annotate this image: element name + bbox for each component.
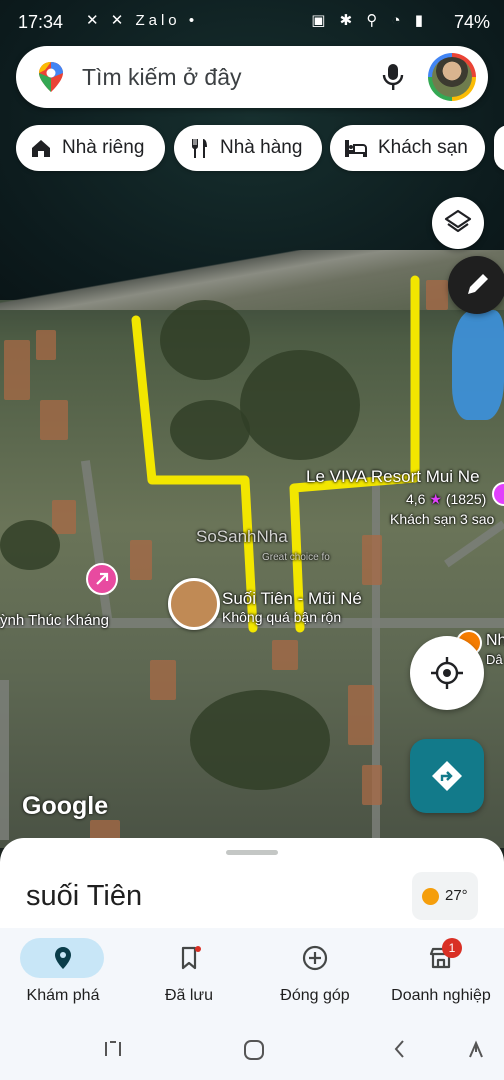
explore-pin-icon xyxy=(55,947,71,969)
place-name[interactable]: Suối Tiên - Mũi Né xyxy=(222,589,362,609)
back-icon[interactable] xyxy=(390,1038,410,1060)
avatar[interactable] xyxy=(428,53,476,101)
resort-rating: 4,6 xyxy=(406,491,426,507)
maps-pin-icon xyxy=(39,62,63,92)
nav-contribute[interactable]: Đóng góp xyxy=(252,928,378,1020)
directions-icon xyxy=(432,761,462,791)
hotel-icon xyxy=(345,140,367,157)
resort-reviews: (1825) xyxy=(445,491,487,507)
home-icon xyxy=(32,140,50,157)
chip-home[interactable]: Nhà riêng xyxy=(16,125,165,171)
layers-button[interactable] xyxy=(432,197,484,249)
edge-label: Nh xyxy=(486,632,504,649)
bookmark-icon xyxy=(181,946,201,970)
notification-badge: 1 xyxy=(442,938,462,958)
bottom-nav: Khám phá Đã lưu Đóng góp 1 Doanh nghiệp xyxy=(0,928,504,1020)
weather-chip[interactable]: 27° xyxy=(412,872,478,920)
system-nav-bar xyxy=(0,1020,504,1080)
nav-label: Doanh nghiệp xyxy=(391,987,491,1004)
nav-explore[interactable]: Khám phá xyxy=(0,928,126,1020)
my-location-button[interactable] xyxy=(410,636,484,710)
system-icons: ▣ ✱ ⚲ ◔ ▮ xyxy=(311,12,428,29)
google-logo: Google xyxy=(22,792,109,820)
nav-business[interactable]: 1 Doanh nghiệp xyxy=(378,928,504,1020)
status-bar: 17:34 ✕ ✕ Zalo • ▣ ✱ ⚲ ◔ ▮ 74% xyxy=(0,0,504,42)
street-label: ỳnh Thúc Kháng xyxy=(0,612,109,629)
chip-hotel[interactable]: Khách sạn xyxy=(330,125,485,171)
notification-icons: ✕ ✕ Zalo • xyxy=(86,12,199,29)
weather-temp: 27° xyxy=(445,887,468,904)
shopping-pin-icon[interactable] xyxy=(86,563,118,595)
resort-name[interactable]: Le VIVA Resort Mui Ne xyxy=(306,467,480,487)
chip-label: Nhà hàng xyxy=(220,137,303,158)
resort-type: Khách sạn 3 sao xyxy=(390,511,495,527)
place-photo-pin[interactable] xyxy=(168,578,220,630)
clock: 17:34 xyxy=(18,12,64,32)
pencil-icon xyxy=(468,274,488,294)
search-input[interactable]: Tìm kiếm ở đây xyxy=(82,64,242,91)
battery-level: 74% xyxy=(453,12,490,32)
chip-more[interactable] xyxy=(494,125,504,171)
sheet-title: suối Tiên xyxy=(26,880,143,912)
layers-icon xyxy=(444,209,472,233)
crosshair-icon xyxy=(431,657,463,689)
place-busy: Không quá bận rộn xyxy=(222,609,342,625)
chip-restaurant[interactable]: Nhà hàng xyxy=(174,125,322,171)
chip-label: Khách sạn xyxy=(378,137,468,158)
star-icon: ★ xyxy=(429,491,442,507)
directions-button[interactable] xyxy=(410,739,484,813)
drag-handle[interactable] xyxy=(226,850,278,855)
sun-icon xyxy=(422,888,439,905)
home-nav-icon[interactable] xyxy=(242,1038,266,1062)
edge-sub: Dâ xyxy=(486,652,503,667)
chip-label: Nhà riêng xyxy=(62,137,145,158)
nav-label: Khám phá xyxy=(26,987,100,1004)
nav-label: Đã lưu xyxy=(164,987,214,1004)
nav-label: Đóng góp xyxy=(280,987,350,1004)
recents-icon[interactable] xyxy=(102,1038,124,1060)
resort-rating-row: 4,6 ★ (1825) xyxy=(406,491,486,508)
watermark-sub: Great choice fo xyxy=(262,552,330,563)
edit-button[interactable] xyxy=(448,256,504,314)
restaurant-icon xyxy=(191,139,207,158)
keyboard-hide-icon[interactable] xyxy=(466,1038,486,1060)
mic-icon[interactable] xyxy=(381,62,405,92)
search-bar[interactable]: Tìm kiếm ở đây xyxy=(16,46,488,108)
watermark: SoSanhNha xyxy=(196,527,288,546)
nav-saved[interactable]: Đã lưu xyxy=(126,928,252,1020)
add-circle-icon xyxy=(302,945,328,971)
